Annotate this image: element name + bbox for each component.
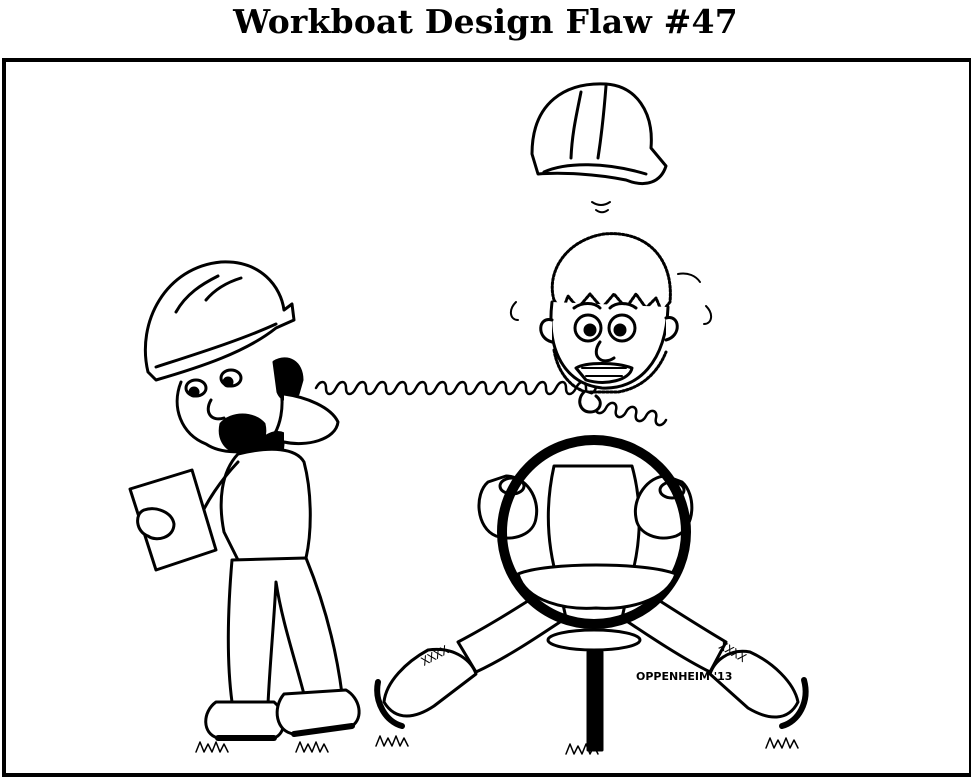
steering-post [586,650,604,752]
helmsman-right-boot [708,649,800,719]
helmsman-hair [550,232,672,314]
coiled-phone-cord [314,380,598,396]
cartoon-illustration: XXXX XXXX OPPENHEIM '13 [128,82,809,755]
worker-legs [226,556,344,706]
ground-grass [195,735,799,755]
artist-signature: OPPENHEIM '13 [636,670,732,683]
comic-title: Workboat Design Flaw #47 [233,2,738,41]
worker-left-boot [204,700,286,740]
comic-panel: XXXX XXXX OPPENHEIM '13 [2,58,971,777]
flying-hard-hat [530,82,668,214]
worker-on-phone [128,260,361,741]
helmsman-mouth [574,362,634,384]
